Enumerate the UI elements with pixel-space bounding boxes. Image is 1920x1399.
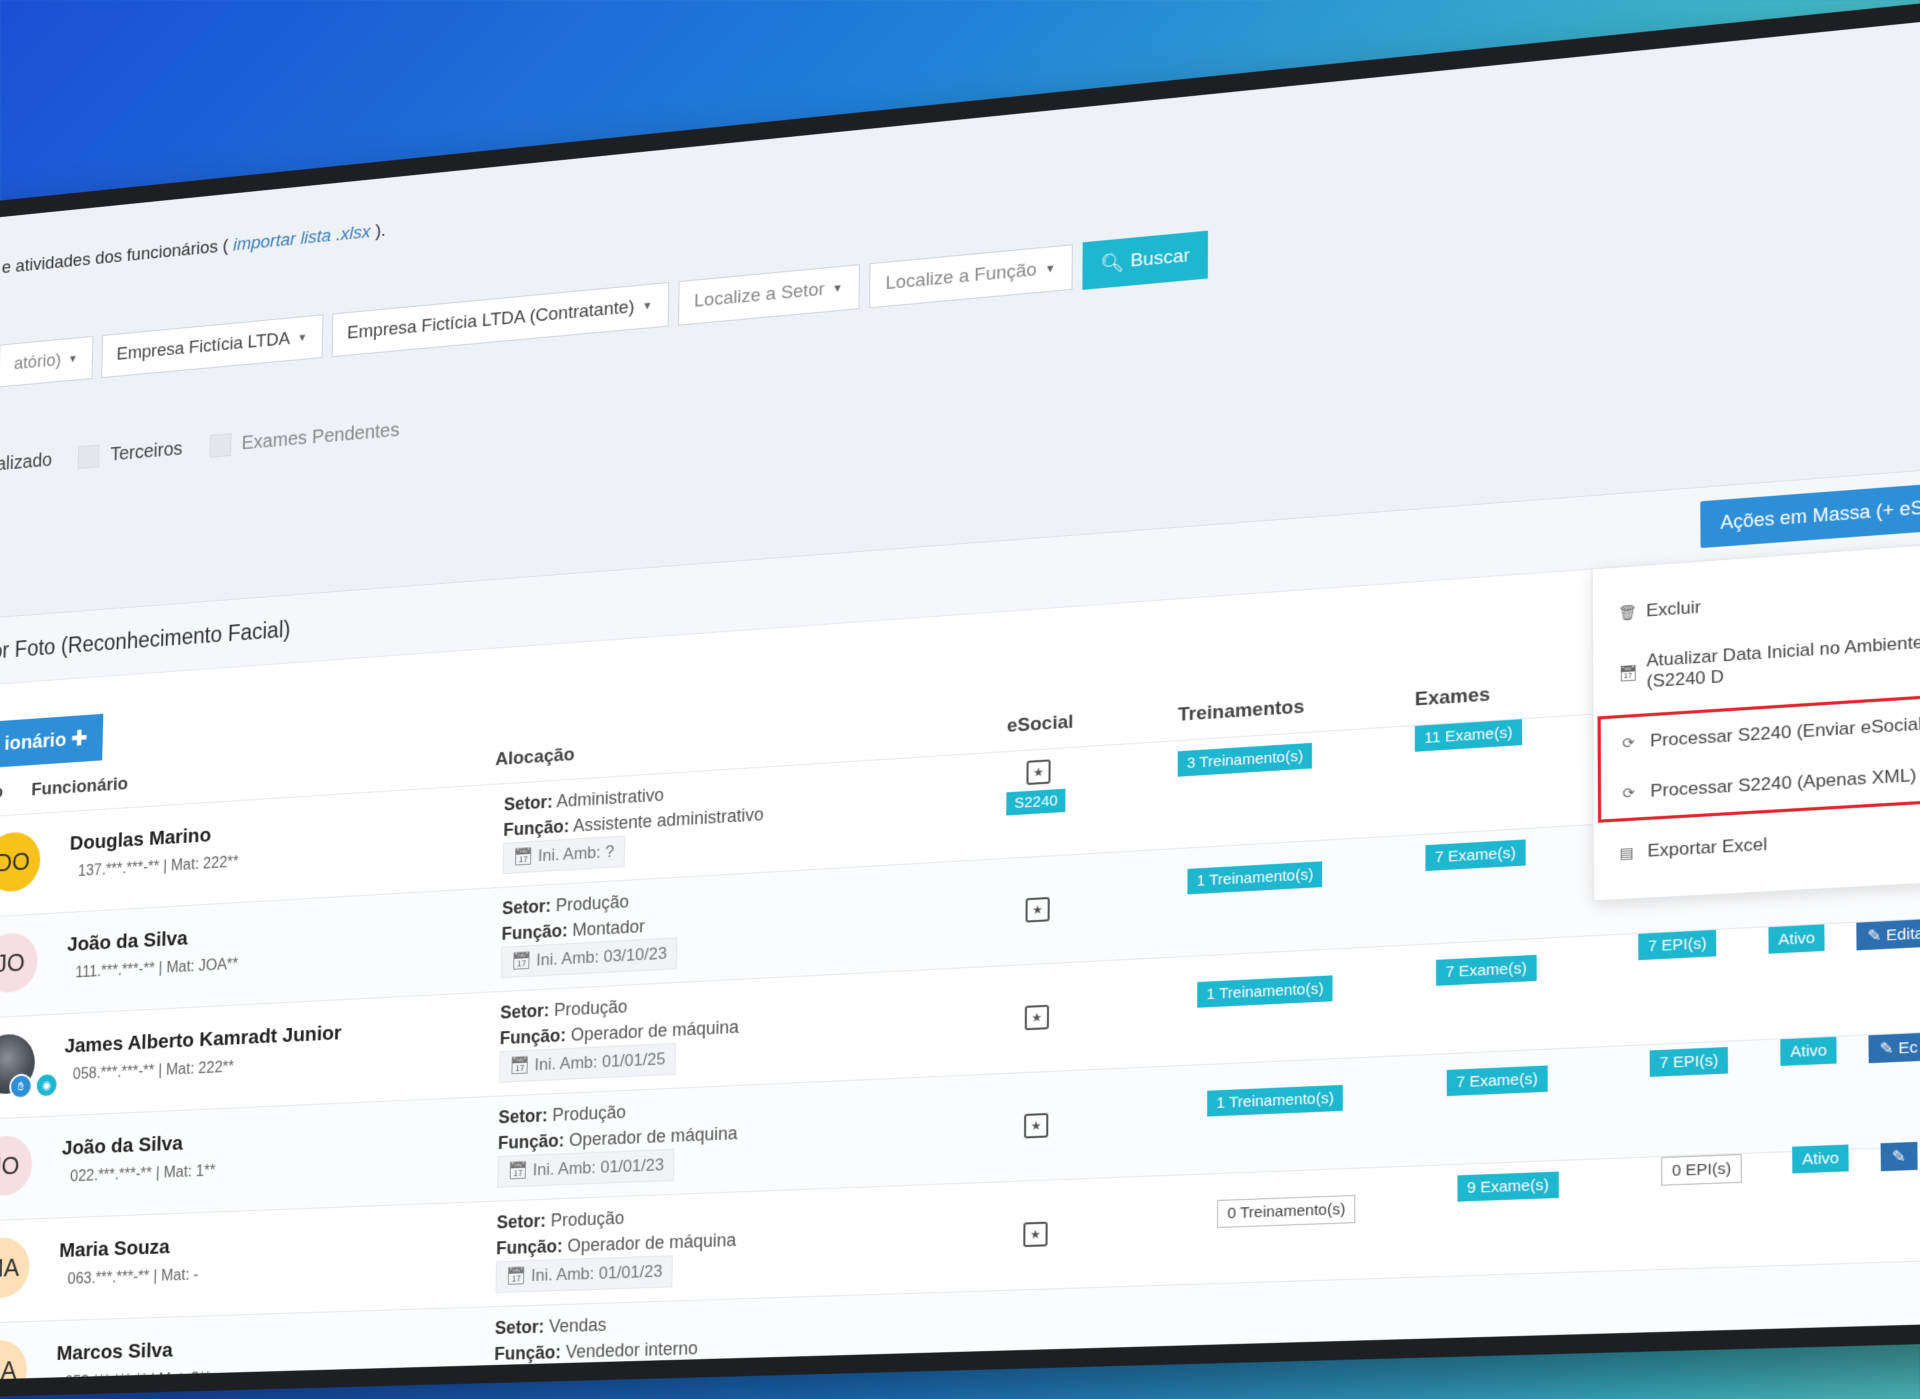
- esocial-icon[interactable]: ★: [1024, 1004, 1050, 1031]
- treinamentos-badge[interactable]: 1 Treinamento(s): [1187, 861, 1323, 895]
- exames-badge[interactable]: 11 Exame(s): [1414, 719, 1523, 752]
- avatar-badges: ✋︎ ◉: [8, 1072, 59, 1100]
- exames-badge[interactable]: 7 Exame(s): [1446, 1065, 1548, 1097]
- ini-amb-badge: 📅︎ Ini. Amb: 01/01/23: [495, 1255, 674, 1294]
- status-badge: Ativo: [1792, 1144, 1850, 1174]
- file-excel-icon: ▤: [1619, 843, 1634, 861]
- filter-status-dropdown[interactable]: atório) ▼: [0, 335, 94, 388]
- employee-meta: 111.***.***-** | Mat: JOA**: [75, 956, 239, 982]
- status-badge: Ativo: [1768, 924, 1825, 954]
- plus-icon: ✚: [71, 727, 88, 751]
- highlight-box: ⟳ Processar S2240 (Enviar eSocial) ⟳ Proce…: [1597, 690, 1920, 823]
- employee-meta: 137.***.***-** | Mat: 222**: [77, 853, 239, 880]
- edit-icon: ✎: [1891, 1147, 1906, 1167]
- col-funcionario: Funcionário: [31, 773, 129, 801]
- refresh-icon: ⟳: [1622, 733, 1635, 751]
- employees-panel: or Foto (Reconhecimento Facial) Ações em…: [0, 463, 1920, 1381]
- refresh-icon: ⟳: [1622, 783, 1636, 801]
- treinamentos-badge[interactable]: 1 Treinamento(s): [1207, 1084, 1344, 1117]
- calendar-icon: 📅︎: [511, 951, 533, 971]
- epi-badge[interactable]: 7 EPI(s): [1638, 929, 1717, 961]
- employee-name[interactable]: João da Silva: [67, 927, 188, 957]
- avatar[interactable]: MA: [0, 1339, 28, 1381]
- checkbox-terceiros[interactable]: Terceiros: [78, 437, 183, 469]
- col-exames: Exames: [1414, 684, 1491, 711]
- chevron-down-icon: ▼: [832, 282, 843, 296]
- calendar-icon: 📅︎: [513, 846, 534, 867]
- allocation: Setor: Produção Função: Operador de máqu…: [499, 988, 739, 1083]
- panel-title: or Foto (Reconhecimento Facial): [0, 616, 291, 663]
- calendar-icon: 📅︎: [1618, 663, 1638, 682]
- search-icon: 🔍︎: [1100, 252, 1125, 276]
- allocation: Setor: Vendas Função: Vendedor interno 📅…: [493, 1309, 699, 1381]
- chevron-down-icon: ▼: [297, 331, 308, 345]
- col-foto: to: [0, 782, 4, 803]
- allocation: Setor: Produção Função: Montador 📅︎ Ini.…: [500, 886, 678, 979]
- avatar[interactable]: JO: [0, 1134, 33, 1197]
- esocial-icon[interactable]: ★: [1025, 896, 1050, 923]
- avatar[interactable]: DO: [0, 830, 41, 893]
- calendar-icon: 📅︎: [504, 1372, 525, 1381]
- employee-meta: 053.***.***-** | Mat: 3**: [64, 1370, 211, 1381]
- avatar[interactable]: JO: [0, 931, 39, 994]
- esocial-icon[interactable]: ★: [1024, 1112, 1049, 1139]
- employee-name[interactable]: Douglas Marino: [70, 824, 212, 856]
- employee-meta: 063.***.***-** | Mat: -: [67, 1266, 199, 1288]
- s2240-badge[interactable]: S2240: [1006, 788, 1066, 816]
- checkbox-realizado[interactable]: alizado: [0, 449, 52, 475]
- treinamentos-badge[interactable]: 3 Treinamento(s): [1177, 742, 1313, 777]
- treinamentos-badge[interactable]: 1 Treinamento(s): [1197, 975, 1333, 1008]
- checkbox-exames-pendentes[interactable]: Exames Pendentes: [209, 419, 400, 458]
- ini-amb-badge: 📅︎ Ini. Amb: 01/01/23: [493, 1362, 672, 1381]
- employee-meta: 022.***.***-** | Mat: 1**: [69, 1162, 216, 1186]
- camera-icon: ◉: [34, 1072, 59, 1099]
- mass-actions-menu: 🗑︎ Excluir 📅︎ Atualizar Data Inicial no Am…: [1591, 538, 1920, 902]
- employee-name[interactable]: Marcos Silva: [56, 1339, 173, 1366]
- edit-icon: ✎: [1867, 926, 1882, 946]
- employee-meta: 058.***.***-** | Mat: 222**: [72, 1058, 235, 1084]
- allocation: Setor: Administrativo Função: Assistente…: [502, 775, 765, 875]
- employee-name[interactable]: James Alberto Kamradt Junior: [64, 1022, 341, 1059]
- trash-icon: 🗑︎: [1618, 603, 1638, 621]
- col-alocacao: Alocação: [495, 744, 575, 771]
- calendar-icon: 📅︎: [509, 1055, 531, 1076]
- mass-actions-button[interactable]: Ações em Massa (+ eSocial: [1700, 479, 1920, 548]
- ini-amb-badge: 📅︎ Ini. Amb: ?: [502, 835, 625, 875]
- chevron-down-icon: ▼: [1044, 262, 1056, 276]
- calendar-icon: 📅︎: [505, 1266, 527, 1286]
- col-treinamentos: Treinamentos: [1177, 696, 1305, 726]
- epi-badge[interactable]: 0 EPI(s): [1661, 1153, 1743, 1186]
- epi-badge[interactable]: 7 EPI(s): [1649, 1046, 1729, 1077]
- allocation: Setor: Produção Função: Operador de máqu…: [497, 1094, 738, 1188]
- avatar[interactable]: MA: [0, 1236, 31, 1299]
- exames-badge[interactable]: 7 Exame(s): [1436, 954, 1537, 986]
- employee-name[interactable]: João da Silva: [62, 1132, 183, 1160]
- edit-button[interactable]: ✎ Edita: [1856, 918, 1920, 951]
- exames-badge[interactable]: 9 Exame(s): [1457, 1171, 1559, 1202]
- chevron-down-icon: ▼: [642, 299, 653, 313]
- ini-amb-badge: 📅︎ Ini. Amb: 01/01/23: [497, 1148, 675, 1188]
- edit-icon: ✎: [1879, 1039, 1894, 1059]
- allocation: Setor: Produção Função: Operador de máqu…: [495, 1201, 736, 1294]
- employee-name[interactable]: Maria Souza: [59, 1236, 170, 1263]
- exames-badge[interactable]: 7 Exame(s): [1425, 839, 1526, 872]
- app-window: e atividades dos funcionários ( importar…: [0, 13, 1920, 1381]
- status-badge: Ativo: [1780, 1036, 1838, 1066]
- col-esocial: eSocial: [1006, 711, 1074, 737]
- esocial-icon[interactable]: ★: [1026, 759, 1051, 786]
- laptop-screen: e atividades dos funcionários ( importar…: [0, 0, 1920, 1399]
- edit-button[interactable]: ✎ Ec: [1868, 1032, 1920, 1064]
- treinamentos-badge[interactable]: 0 Treinamento(s): [1217, 1194, 1356, 1228]
- calendar-icon: 📅︎: [507, 1160, 529, 1181]
- esocial-icon[interactable]: ★: [1023, 1221, 1048, 1248]
- edit-button[interactable]: ✎: [1880, 1141, 1918, 1172]
- chevron-down-icon: ▼: [67, 353, 78, 366]
- hand-icon: ✋︎: [8, 1073, 33, 1100]
